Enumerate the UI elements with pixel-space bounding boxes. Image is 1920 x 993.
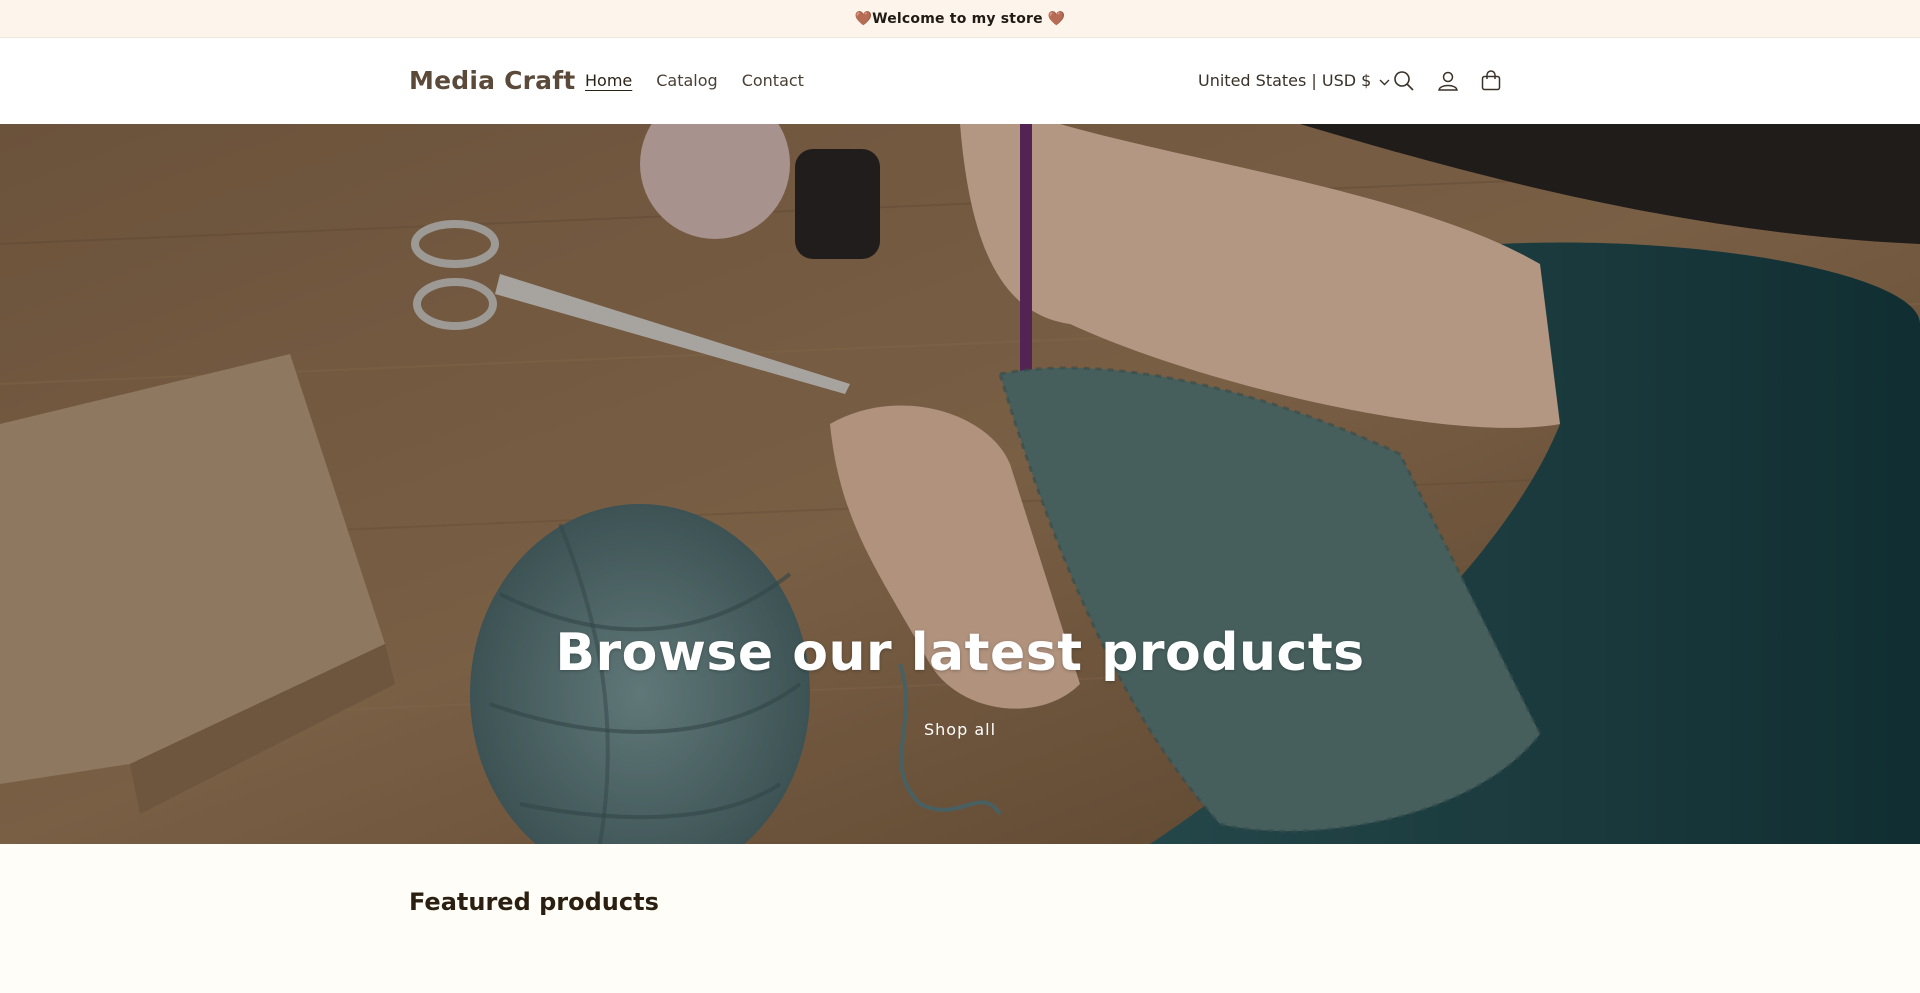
main-nav: Home Catalog Contact xyxy=(585,71,804,90)
nav-contact-link[interactable]: Contact xyxy=(742,71,804,90)
country-currency-selector[interactable]: United States | USD $ xyxy=(1198,71,1390,90)
hero-link-wrap: Shop all xyxy=(0,720,1920,739)
nav-catalog-link[interactable]: Catalog xyxy=(656,71,717,90)
locale-label: United States | USD $ xyxy=(1198,71,1372,90)
hero-title: Browse our latest products xyxy=(555,623,1365,683)
account-icon[interactable] xyxy=(1434,67,1462,95)
chevron-down-icon xyxy=(1379,71,1390,90)
hero-banner: Browse our latest products Shop all xyxy=(0,124,1920,844)
announcement-bar: 🤎Welcome to my store 🤎 xyxy=(0,0,1920,38)
site-header: Media Craft Home Catalog Contact United … xyxy=(0,38,1920,124)
announcement-text: 🤎Welcome to my store 🤎 xyxy=(854,10,1066,27)
store-logo[interactable]: Media Craft xyxy=(409,66,575,95)
cart-icon[interactable] xyxy=(1477,67,1505,95)
shop-all-link[interactable]: Shop all xyxy=(924,720,996,739)
nav-home-link[interactable]: Home xyxy=(585,71,632,90)
featured-products-heading: Featured products xyxy=(409,888,659,916)
search-icon[interactable] xyxy=(1390,67,1418,95)
